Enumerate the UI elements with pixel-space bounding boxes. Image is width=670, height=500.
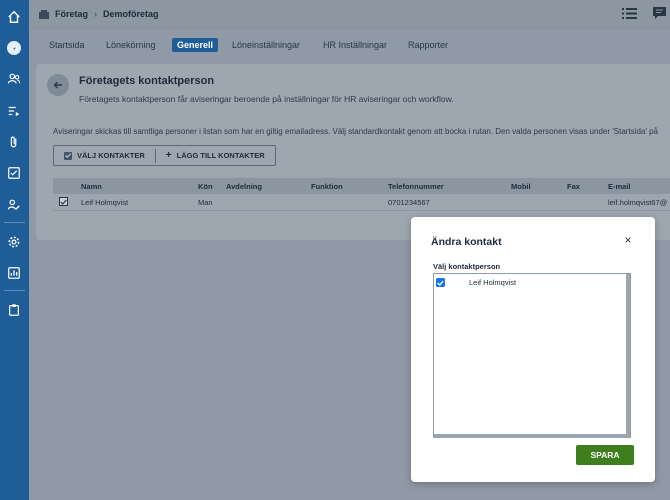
tab-bar: Startsida Lönekörning Generell Löneinstä…	[29, 36, 670, 58]
column-header[interactable]: E-mail	[608, 182, 631, 191]
table-row[interactable]: Leif Holmqvist Man 0701234567 leif.holmq…	[53, 194, 670, 211]
back-button[interactable]	[47, 74, 69, 96]
column-header[interactable]: Avdelning	[226, 182, 262, 191]
compass-icon[interactable]	[6, 40, 22, 56]
contact-button-group: VÄLJ KONTAKTER + LÄGG TILL KONTAKTER	[53, 145, 276, 166]
add-contacts-label: LÄGG TILL KONTAKTER	[176, 151, 265, 160]
clipboard-icon[interactable]	[6, 302, 22, 318]
gear-icon[interactable]	[6, 234, 22, 250]
checkbox-icon	[64, 151, 72, 160]
users-icon[interactable]	[6, 71, 22, 87]
dialog-title: Ändra kontakt	[431, 236, 502, 248]
edit-contact-dialog: Ändra kontakt × Välj kontaktperson Leif …	[411, 217, 655, 482]
list-item[interactable]: Leif Holmqvist	[434, 277, 624, 289]
tab-startsida[interactable]: Startsida	[49, 40, 85, 50]
chat-icon[interactable]	[652, 6, 667, 21]
bar-chart-icon[interactable]	[6, 265, 22, 281]
save-button[interactable]: SPARA	[576, 445, 634, 465]
column-header[interactable]: Mobil	[511, 182, 531, 191]
side-nav	[0, 0, 29, 500]
column-header[interactable]: Kön	[198, 182, 213, 191]
tab-rapporter[interactable]: Rapporter	[408, 40, 448, 50]
panel-description: Aviseringar skickas till samtliga person…	[53, 127, 658, 136]
contact-panel: Företagets kontaktperson Företagets kont…	[36, 64, 670, 240]
top-bar: Företag › Demoföretag	[29, 0, 670, 30]
arrow-left-icon	[53, 81, 62, 89]
select-contacts-label: VÄLJ KONTAKTER	[77, 151, 145, 160]
breadcrumb-current: Demoföretag	[103, 9, 159, 19]
column-header[interactable]: Fax	[567, 182, 580, 191]
list-play-icon[interactable]	[6, 103, 22, 119]
chevron-right-icon: ›	[94, 9, 98, 19]
column-header[interactable]: Namn	[81, 182, 102, 191]
cell-kon: Man	[198, 198, 213, 207]
contact-checkbox[interactable]	[436, 278, 445, 287]
page-subtitle: Företagets kontaktperson får aviseringar…	[79, 94, 454, 104]
home-icon[interactable]	[6, 9, 22, 25]
select-contacts-button[interactable]: VÄLJ KONTAKTER	[54, 146, 155, 165]
column-header[interactable]: Telefonnummer	[388, 182, 444, 191]
breadcrumb: Företag › Demoföretag	[39, 9, 159, 19]
list-icon[interactable]	[622, 7, 637, 20]
contact-list-label: Välj kontaktperson	[433, 262, 501, 271]
row-checkbox[interactable]	[59, 197, 68, 206]
checklist-icon[interactable]	[6, 165, 22, 181]
cell-email: leif.holmqvist67@	[608, 198, 668, 207]
cell-telefon: 0701234567	[388, 198, 430, 207]
table-header: Namn Kön Avdelning Funktion Telefonnumme…	[53, 178, 670, 194]
tab-loneinstallningar[interactable]: Löneinställningar	[232, 40, 300, 50]
column-header[interactable]: Funktion	[311, 182, 343, 191]
paperclip-icon[interactable]	[6, 134, 22, 150]
cell-namn: Leif Holmqvist	[81, 198, 129, 207]
contact-name: Leif Holmqvist	[469, 278, 517, 287]
contact-listbox[interactable]: Leif Holmqvist	[433, 273, 631, 438]
tab-lonekorning[interactable]: Lönekörning	[106, 40, 156, 50]
plus-icon: +	[165, 149, 172, 161]
close-icon[interactable]: ×	[621, 233, 635, 247]
page-title: Företagets kontaktperson	[79, 75, 215, 87]
person-edit-icon[interactable]	[6, 197, 22, 213]
building-icon	[39, 9, 49, 19]
breadcrumb-root[interactable]: Företag	[55, 9, 88, 19]
tab-generell[interactable]: Generell	[172, 38, 219, 52]
add-contacts-button[interactable]: + LÄGG TILL KONTAKTER	[156, 146, 275, 165]
tab-hr-installningar[interactable]: HR Inställningar	[323, 40, 387, 50]
listbox-scrollbar[interactable]	[626, 274, 630, 434]
